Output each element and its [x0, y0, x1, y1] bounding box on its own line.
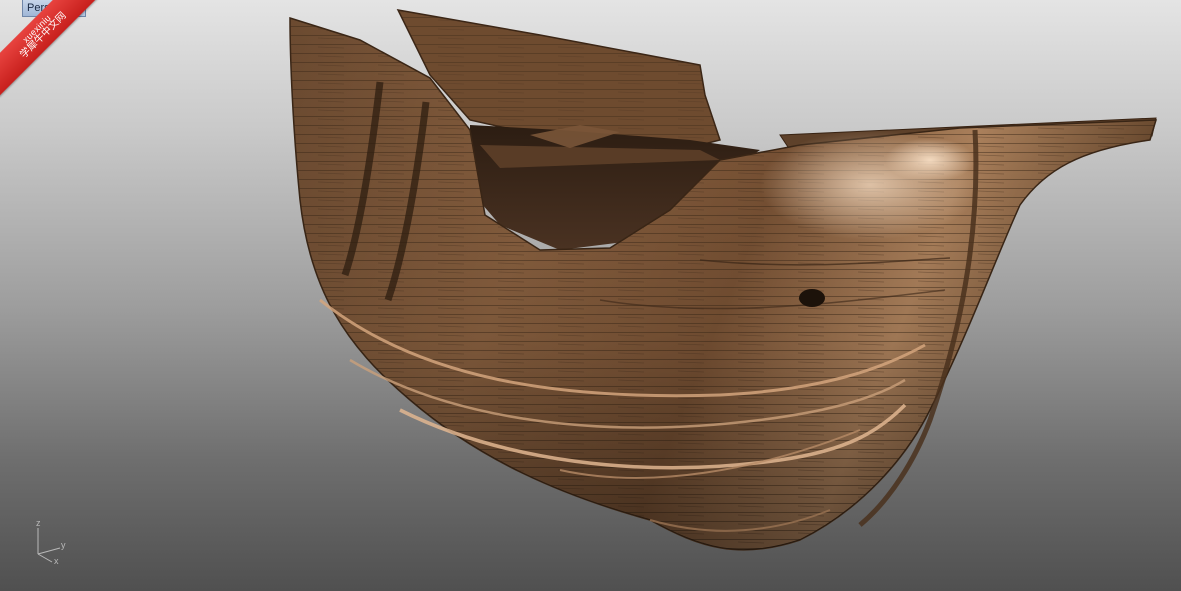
ship-hull-model[interactable] [0, 0, 1181, 591]
axis-z-label: z [36, 518, 41, 528]
hawse-hole [799, 289, 825, 307]
axis-y-label: y [61, 540, 66, 550]
perspective-viewport[interactable]: Perspective xuexiniu 学犀牛中文网 z y x [0, 0, 1181, 591]
axis-gizmo: z y x [30, 518, 74, 568]
axis-x-label: x [54, 556, 59, 566]
